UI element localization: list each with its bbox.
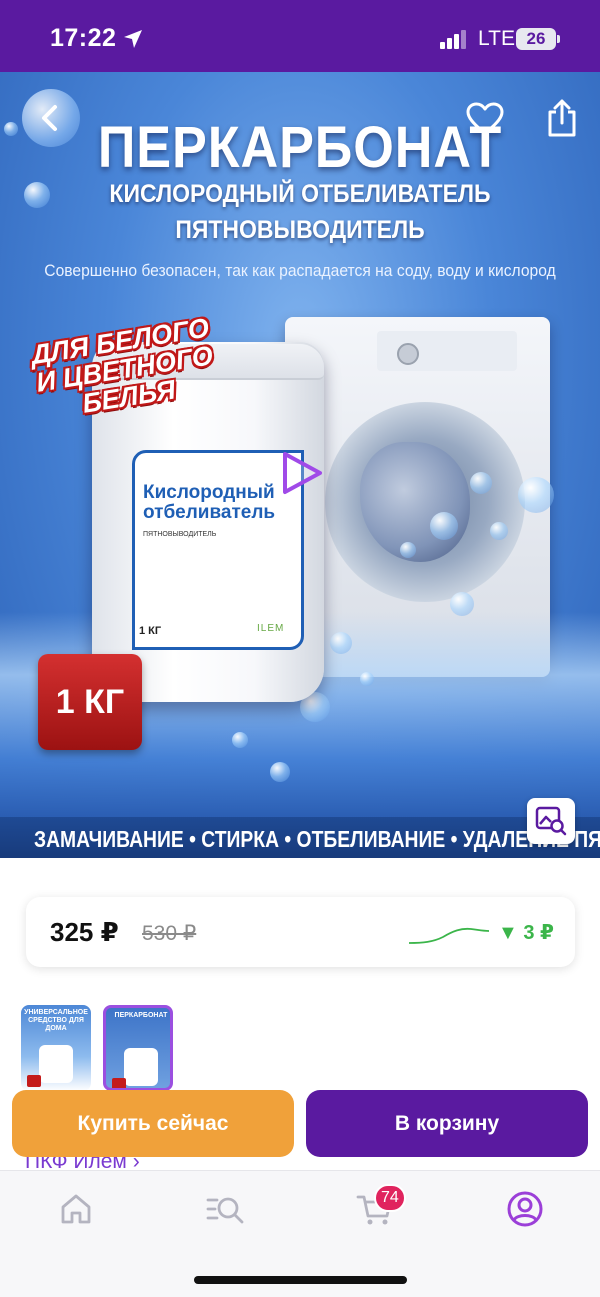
image-search-button[interactable] — [527, 798, 575, 844]
price-card[interactable]: 325 ₽ 530 ₽ ▼ 3 ₽ — [26, 897, 575, 967]
play-video-icon[interactable] — [280, 450, 324, 496]
variant-thumbnail-selected[interactable]: ПЕРКАРБОНАТ — [103, 1005, 173, 1091]
thumbnail-jar — [39, 1045, 73, 1083]
image-search-icon — [535, 806, 567, 836]
share-icon[interactable] — [544, 98, 580, 138]
jar-subtitle: ПЯТНОВЫВОДИТЕЛЬ — [143, 531, 217, 538]
hero-subtitle-line2: ПЯТНОВЫВОДИТЕЛЬ — [175, 216, 425, 244]
hero-benefits-band: ЗАМАЧИВАНИЕ • СТИРКА • ОТБЕЛИВАНИЕ • УДА… — [0, 817, 600, 858]
bubble — [232, 732, 248, 748]
battery-icon: 26 — [516, 28, 556, 50]
hero-tagline: Совершенно безопасен, так как распадаетс… — [44, 261, 556, 280]
product-jar-label: Кислородный отбеливатель ПЯТНОВЫВОДИТЕЛЬ… — [132, 450, 304, 650]
bubble — [270, 762, 290, 782]
status-bar: 17:22 LTE 26 — [0, 0, 600, 72]
location-arrow-icon — [124, 30, 142, 48]
cellular-signal-icon — [440, 30, 466, 49]
weight-badge: 1 КГ — [38, 654, 142, 750]
product-page: 17:22 LTE 26 ПЕРКАРБОНАТ КИСЛОРОДНЫЙ ОТБ… — [0, 0, 600, 1297]
back-button[interactable] — [22, 89, 80, 147]
chevron-left-icon — [42, 105, 57, 131]
jar-weight: 1 КГ — [139, 625, 162, 637]
bubble — [400, 542, 416, 558]
bubble — [450, 592, 474, 616]
thumbnail-badge — [27, 1075, 41, 1087]
bubble — [470, 472, 492, 494]
thumbnail-caption: УНИВЕРСАЛЬНОЕ СРЕДСТВО ДЛЯ ДОМА — [24, 1009, 88, 1032]
bubble — [360, 672, 374, 686]
bubble — [4, 122, 18, 136]
add-to-cart-button[interactable]: В корзину — [306, 1090, 588, 1157]
profile-icon[interactable] — [505, 1189, 545, 1229]
buy-now-button[interactable]: Купить сейчас — [12, 1090, 294, 1157]
favorite-heart-icon[interactable] — [466, 102, 504, 136]
bubble — [430, 512, 458, 540]
product-image-gallery[interactable]: ПЕРКАРБОНАТ КИСЛОРОДНЫЙ ОТБЕЛИВАТЕЛЬ ПЯТ… — [0, 72, 600, 858]
variant-thumbnail[interactable]: УНИВЕРСАЛЬНОЕ СРЕДСТВО ДЛЯ ДОМА — [21, 1005, 91, 1091]
bubble — [330, 632, 352, 654]
price-drop: ▼ 3 ₽ — [498, 922, 554, 944]
thumbnail-jar — [124, 1048, 158, 1086]
home-indicator — [194, 1276, 407, 1284]
jar-brand: ILEM — [257, 623, 285, 634]
status-time: 17:22 — [50, 24, 117, 52]
price-old: 530 ₽ — [142, 922, 197, 945]
hero-subtitle-line1: КИСЛОРОДНЫЙ ОТБЕЛИВАТЕЛЬ — [109, 180, 491, 208]
bubble — [518, 477, 554, 513]
jar-title: Кислородный отбеливатель — [143, 482, 276, 523]
bubble — [490, 522, 508, 540]
bubble — [24, 182, 50, 208]
thumbnail-caption: ПЕРКАРБОНАТ — [114, 1012, 168, 1019]
cart-count-badge: 74 — [374, 1184, 406, 1212]
thumbnail-badge — [112, 1078, 126, 1088]
catalog-search-icon[interactable] — [205, 1189, 245, 1229]
price-trend-chart — [409, 927, 489, 944]
network-type: LTE — [478, 27, 515, 50]
washer-knob — [397, 343, 419, 365]
hero-benefits-text: ЗАМАЧИВАНИЕ • СТИРКА • ОТБЕЛИВАНИЕ • УДА… — [34, 826, 600, 852]
price-current: 325 ₽ — [50, 917, 119, 947]
battery-tip — [557, 35, 560, 43]
home-icon[interactable] — [56, 1189, 96, 1229]
